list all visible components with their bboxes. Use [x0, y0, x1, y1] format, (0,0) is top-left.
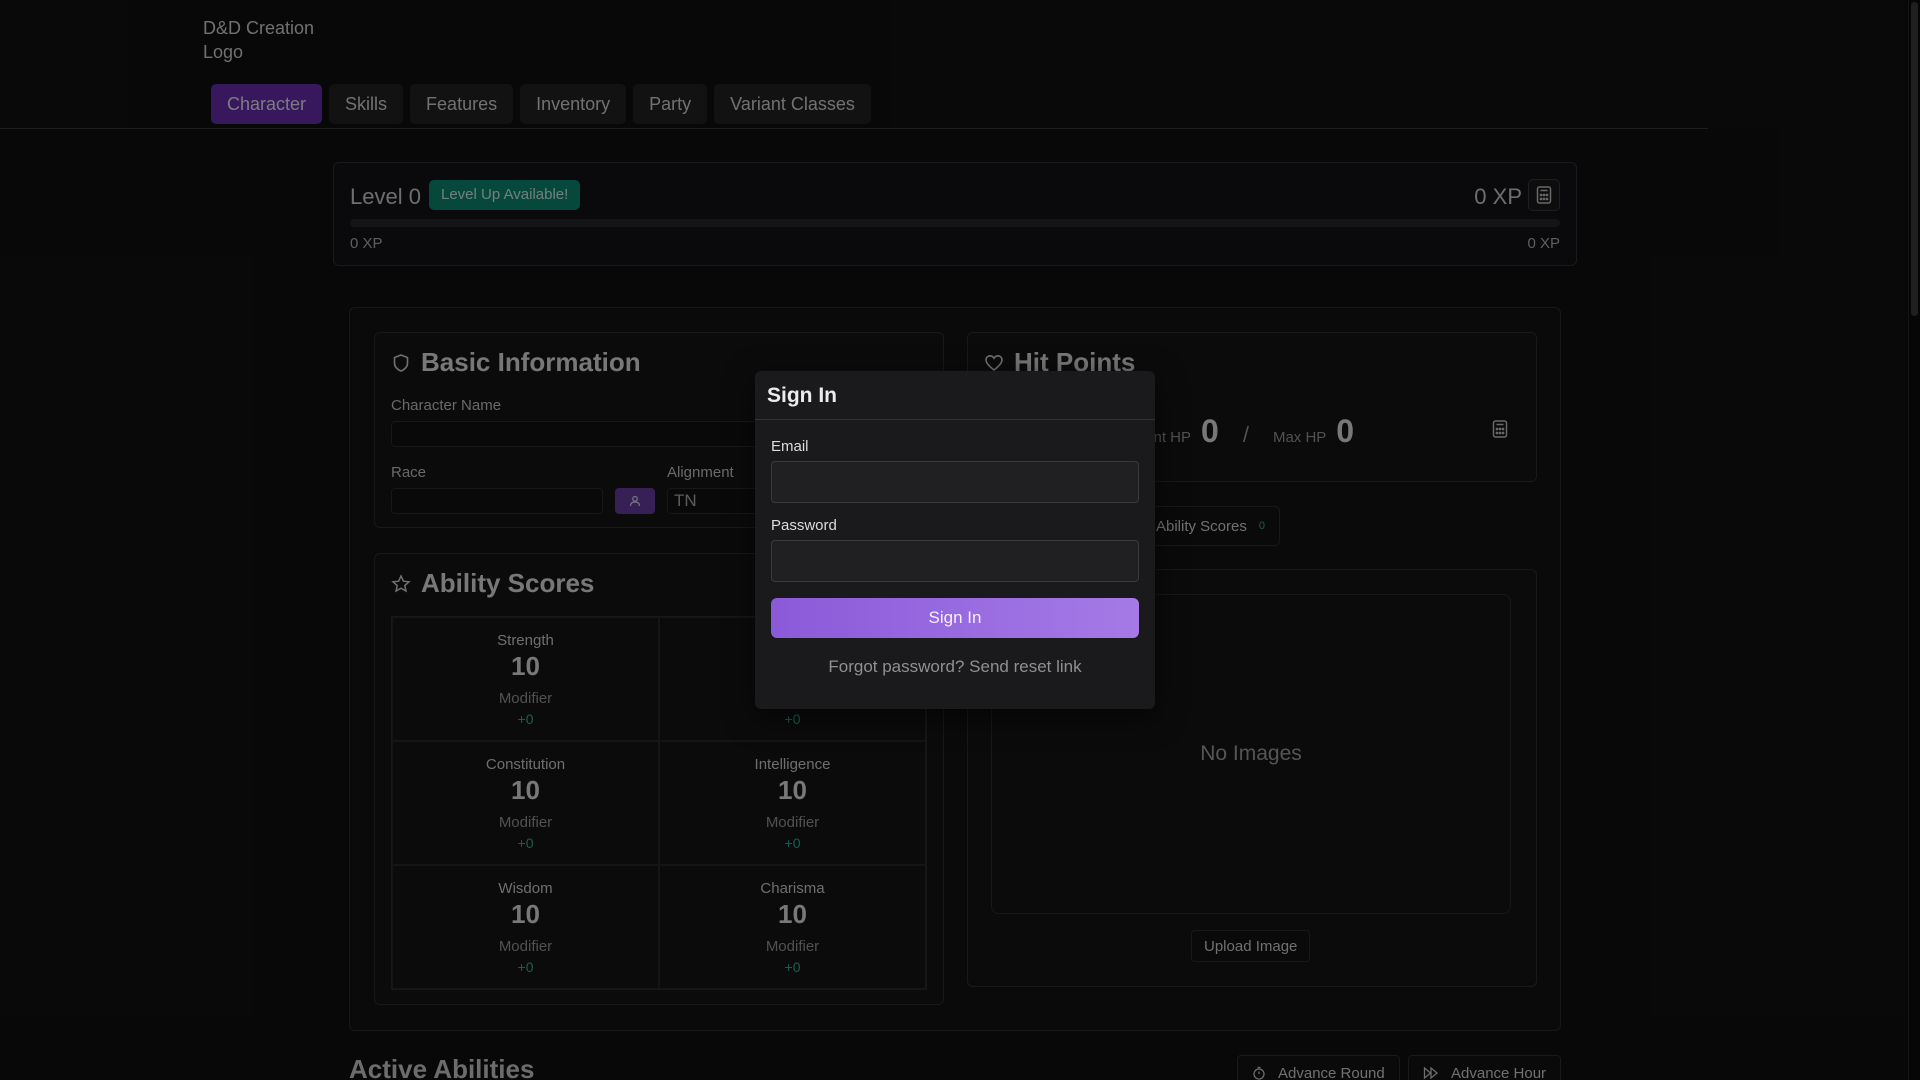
sign-in-title: Sign In — [767, 384, 837, 407]
forgot-password-link[interactable]: Forgot password? Send reset link — [755, 657, 1155, 677]
sign-in-button[interactable]: Sign In — [771, 598, 1139, 638]
sign-in-modal: Sign In Email Password Sign In Forgot pa… — [755, 371, 1155, 709]
email-label: Email — [771, 438, 809, 455]
email-field[interactable] — [771, 461, 1139, 503]
password-label: Password — [771, 517, 837, 534]
password-field[interactable] — [771, 540, 1139, 582]
modal-divider — [755, 419, 1155, 420]
